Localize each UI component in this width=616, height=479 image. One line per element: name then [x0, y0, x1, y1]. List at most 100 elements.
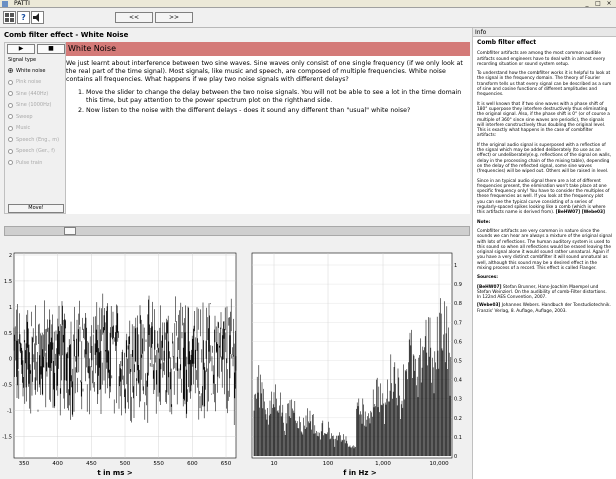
toolbar: ? << >> — [0, 8, 616, 28]
freq-x-tick-label: 10 — [271, 461, 278, 467]
freq-y-tick-label: 0.7 — [454, 320, 462, 326]
time-y-tick-label: 0 — [9, 357, 12, 363]
lesson-steps: Move the slider to change the delay betw… — [66, 89, 466, 115]
radio-button[interactable] — [8, 125, 13, 131]
time-x-tick-label: 350 — [19, 461, 30, 467]
lesson-content: White Noise We just learnt about interfe… — [66, 42, 470, 214]
lesson-step: Now listen to the noise with the differe… — [86, 107, 466, 115]
signal-type-option[interactable]: White noise — [8, 65, 66, 77]
signal-type-label: Signal type — [8, 57, 37, 63]
freq-x-tick-label: 10,000 — [429, 461, 449, 467]
time-domain-plot: 2 1.5 1 0.5 0 -0.5 -1 -1.5 350 400 450 500 550 600 650… — [0, 251, 248, 479]
next-button[interactable]: >> — [155, 12, 193, 23]
delay-slider[interactable] — [4, 226, 470, 236]
close-button[interactable]: × — [604, 0, 614, 8]
play-button[interactable]: ▶ — [7, 44, 35, 54]
signal-type-option[interactable]: Speech (Eng., m) — [8, 134, 66, 146]
note-label: Note: — [477, 219, 491, 225]
time-y-tick-label: 1.5 — [4, 279, 12, 285]
signal-type-option-label: Sine (440Hz) — [16, 90, 49, 97]
source-key: [Webe03] — [477, 303, 501, 309]
lesson-text: We just learnt about interference betwee… — [66, 60, 466, 117]
info-paragraph: It is well known that if two sine waves … — [477, 101, 610, 139]
time-x-tick-label: 400 — [52, 461, 63, 467]
signal-type-options: White noise Pink noise Sine (440Hz) Sine (1… — [8, 65, 66, 169]
time-y-tick-label: -1.5 — [2, 434, 12, 440]
signal-type-option-label: Speech (Ger., f) — [16, 148, 55, 155]
radio-button[interactable] — [8, 91, 13, 97]
tile-view-button[interactable] — [3, 11, 16, 24]
freq-y-tick-label: 0.5 — [454, 359, 462, 365]
info-references: [BeHW07] [Webe03] — [555, 210, 605, 216]
info-body: Comb filter effect Combfilter artifacts … — [473, 37, 616, 320]
signal-type-option-label: Sweep — [16, 113, 33, 120]
freq-x-tick-label: 1,000 — [375, 461, 391, 467]
source-item: [Webe03] Johannes Webers. Handbuch der T… — [477, 303, 612, 314]
radio-button[interactable] — [8, 79, 13, 85]
info-paragraph: Combfilter artifacts are among the most … — [477, 51, 606, 67]
freq-y-tick-label: 0.3 — [454, 397, 462, 403]
move-button[interactable]: Move! — [8, 204, 64, 213]
signal-type-option[interactable]: Speech (Ger., f) — [8, 146, 66, 158]
lesson-step: Move the slider to change the delay betw… — [86, 89, 466, 105]
window-title: PATTI — [14, 0, 30, 7]
maximize-button[interactable]: □ — [593, 0, 603, 8]
time-y-tick-label: 1 — [9, 305, 12, 311]
time-x-tick-label: 650 — [221, 461, 232, 467]
title-bar: PATTI _ □ × — [0, 0, 616, 8]
stop-button[interactable]: ■ — [37, 44, 65, 54]
stop-icon: ■ — [48, 45, 54, 52]
info-paragraph: Since in an typical audio signal there a… — [477, 179, 612, 216]
help-button[interactable]: ? — [17, 11, 30, 24]
radio-button[interactable] — [8, 137, 13, 143]
info-note: Combfilter artifacts are very common in … — [477, 228, 612, 271]
freq-y-tick-label: 0.4 — [454, 378, 462, 384]
sources-label: Sources: — [477, 275, 498, 281]
signal-type-option[interactable]: Pulse train — [8, 157, 66, 169]
time-x-axis-label: t in ms > — [97, 469, 133, 477]
signal-type-option[interactable]: Sine (440Hz) — [8, 88, 66, 100]
radio-button[interactable] — [8, 102, 13, 108]
grid-icon — [5, 13, 14, 22]
radio-button[interactable] — [8, 148, 13, 154]
signal-type-option-label: Speech (Eng., m) — [16, 136, 60, 143]
app-icon — [2, 1, 8, 7]
freq-y-tick-label: 0.8 — [454, 301, 462, 307]
info-panel: Info Comb filter effect Combfilter artif… — [472, 28, 616, 479]
signal-type-option[interactable]: Sine (1000Hz) — [8, 100, 66, 112]
freq-x-axis-label: f in Hz > — [343, 469, 377, 477]
plot-area: 2 1.5 1 0.5 0 -0.5 -1 -1.5 350 400 450 500 550 600 650… — [0, 251, 472, 479]
radio-button[interactable] — [8, 68, 13, 74]
previous-button[interactable]: << — [115, 12, 153, 23]
freq-x-tick-label: 100 — [323, 461, 334, 467]
info-header: Info — [473, 28, 616, 37]
delay-slider-handle[interactable] — [64, 227, 76, 235]
signal-type-option-label: White noise — [16, 67, 46, 74]
signal-type-option-label: Music — [16, 125, 31, 132]
signal-type-option-label: Pulse train — [16, 159, 43, 166]
time-x-tick-label: 550 — [153, 461, 164, 467]
signal-type-option[interactable]: Pink noise — [8, 77, 66, 89]
info-paragraph: If the original audio signal is superpos… — [477, 142, 612, 175]
time-x-tick-label: 450 — [86, 461, 97, 467]
freq-y-tick-label: 0 — [454, 454, 457, 460]
source-item: [BeHW07] Stefan Brunner, Hans-Joachim Ma… — [477, 285, 612, 301]
time-x-tick-label: 500 — [120, 461, 131, 467]
time-y-tick-label: 0.5 — [4, 331, 12, 337]
signal-controls: ▶ ■ Signal type White noise Pink noise Sin… — [4, 42, 66, 214]
info-paragraph: To understand how the combfilter works i… — [477, 71, 612, 98]
signal-type-option[interactable]: Music — [8, 123, 66, 135]
speaker-icon — [33, 13, 39, 22]
signal-type-option[interactable]: Sweep — [8, 111, 66, 123]
minimize-button[interactable]: _ — [582, 0, 592, 8]
power-spectrum-plot: 1 0.9 0.8 0.7 0.6 0.5 0.4 0.3 0.2 0.1 0 10 100 1,000 1… — [248, 251, 472, 479]
help-icon: ? — [21, 13, 26, 22]
freq-y-tick-label: 0.9 — [454, 282, 462, 288]
time-y-tick-label: -1 — [7, 409, 12, 415]
radio-button[interactable] — [8, 160, 13, 166]
play-icon: ▶ — [18, 45, 24, 52]
lesson-panel: Comb filter effect - White Noise ▶ ■ Sig… — [0, 28, 472, 479]
signal-type-option-label: Sine (1000Hz) — [16, 102, 52, 109]
mute-button[interactable] — [31, 11, 44, 24]
radio-button[interactable] — [8, 114, 13, 120]
